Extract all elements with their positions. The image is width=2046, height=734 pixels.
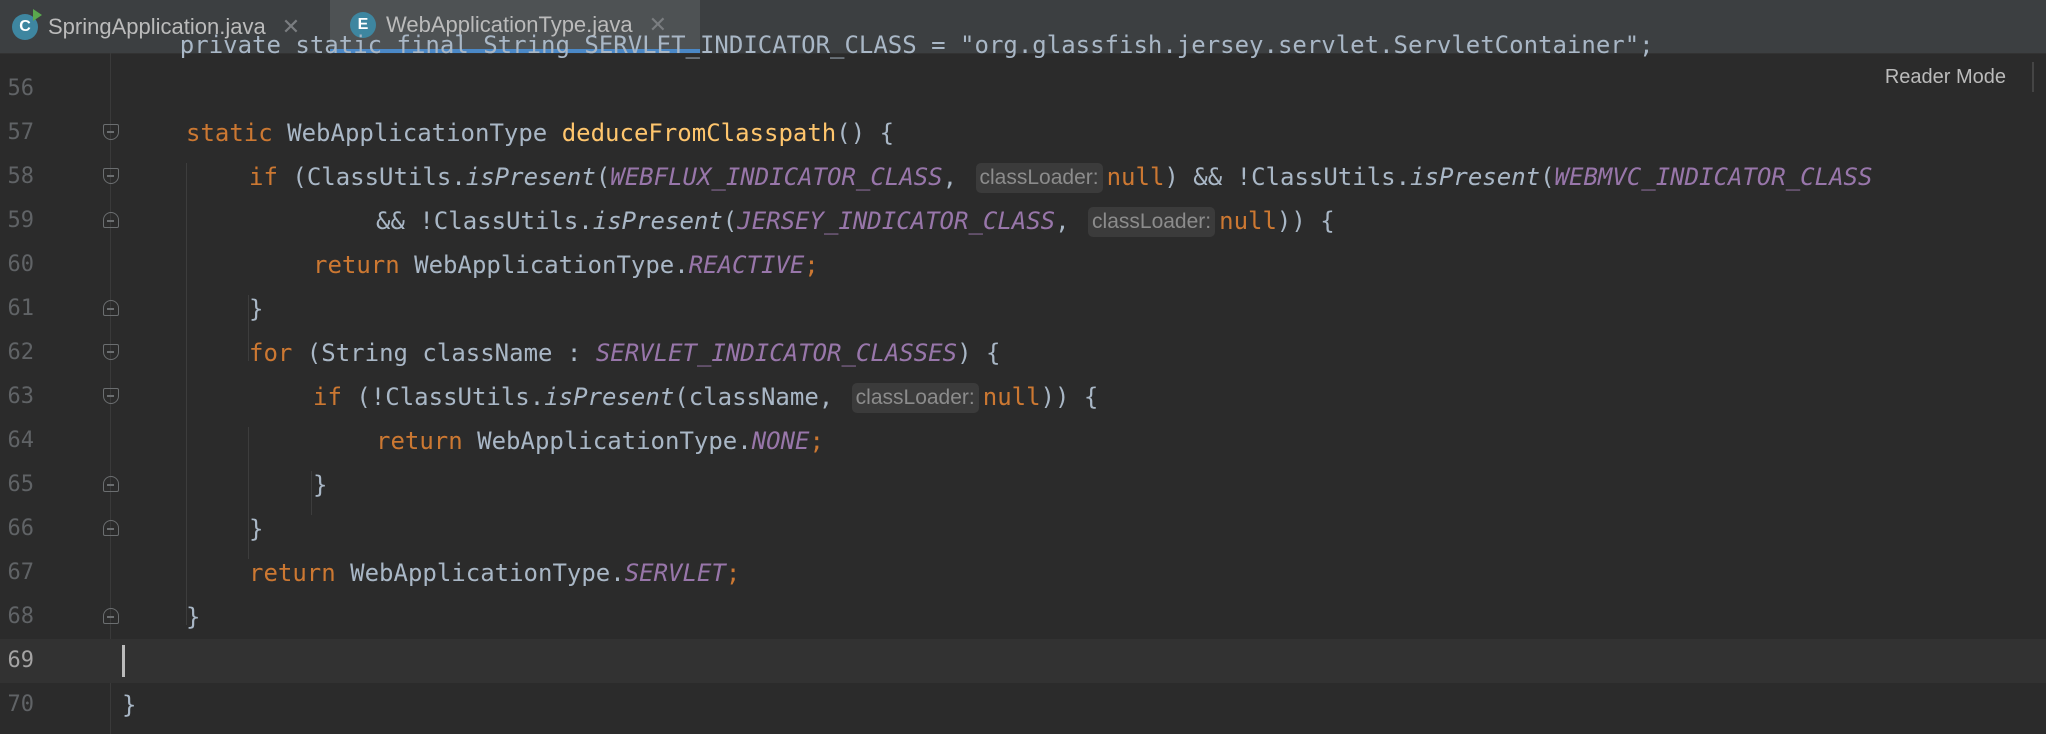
code-line-partial: private static final String SERVLET_INDI… [0, 23, 2046, 67]
line-number: 65 [7, 472, 35, 497]
code-line: 70 } [0, 683, 2046, 727]
code-line: 65 } [0, 463, 2046, 507]
code-line: 58 if (ClassUtils.isPresent(WEBFLUX_INDI… [0, 155, 2046, 199]
line-number: 64 [7, 428, 35, 453]
line-number: 62 [7, 340, 35, 365]
code-line: 59 && !ClassUtils.isPresent(JERSEY_INDIC… [0, 199, 2046, 243]
code-line: 61 } [0, 287, 2046, 331]
line-number: 68 [7, 604, 35, 629]
fold-icon[interactable] [103, 344, 119, 360]
line-number: 67 [7, 560, 35, 585]
line-number: 60 [7, 252, 35, 277]
line-number: 63 [7, 384, 35, 409]
code-line: 68 } [0, 595, 2046, 639]
code-line: 67 return WebApplicationType.SERVLET; [0, 551, 2046, 595]
code-line: 63 if (!ClassUtils.isPresent(className, … [0, 375, 2046, 419]
code-line: 57 static WebApplicationType deduceFromC… [0, 111, 2046, 155]
parameter-hint: classLoader: [975, 163, 1103, 193]
line-number: 70 [7, 692, 35, 717]
fold-icon[interactable] [103, 124, 119, 140]
code-line: 56 [0, 67, 2046, 111]
partial-code-text: private static final String SERVLET_INDI… [122, 31, 1654, 59]
parameter-hint: classLoader: [1088, 207, 1216, 237]
line-number: 57 [7, 120, 35, 145]
reader-mode-button[interactable]: Reader Mode [1885, 66, 2006, 89]
code-line: 66 } [0, 507, 2046, 551]
line-number: 69 [7, 648, 35, 673]
reader-mode-separator [2032, 62, 2034, 92]
code-line: 62 for (String className : SERVLET_INDIC… [0, 331, 2046, 375]
fold-icon[interactable] [103, 388, 119, 404]
line-number: 66 [7, 516, 35, 541]
line-number: 56 [7, 76, 35, 101]
fold-icon[interactable] [103, 476, 119, 492]
fold-icon[interactable] [103, 300, 119, 316]
line-number: 58 [7, 164, 35, 189]
code-line-current: 69 [0, 639, 2046, 683]
fold-icon[interactable] [103, 520, 119, 536]
code-editor[interactable]: private static final String SERVLET_INDI… [0, 31, 2046, 734]
line-number: 61 [7, 296, 35, 321]
code-line: 60 return WebApplicationType.REACTIVE; [0, 243, 2046, 287]
text-caret [122, 645, 125, 677]
code-line: 64 return WebApplicationType.NONE; [0, 419, 2046, 463]
fold-icon[interactable] [103, 212, 119, 228]
fold-icon[interactable] [103, 168, 119, 184]
line-number: 59 [7, 208, 35, 233]
fold-icon[interactable] [103, 608, 119, 624]
parameter-hint: classLoader: [851, 383, 979, 413]
